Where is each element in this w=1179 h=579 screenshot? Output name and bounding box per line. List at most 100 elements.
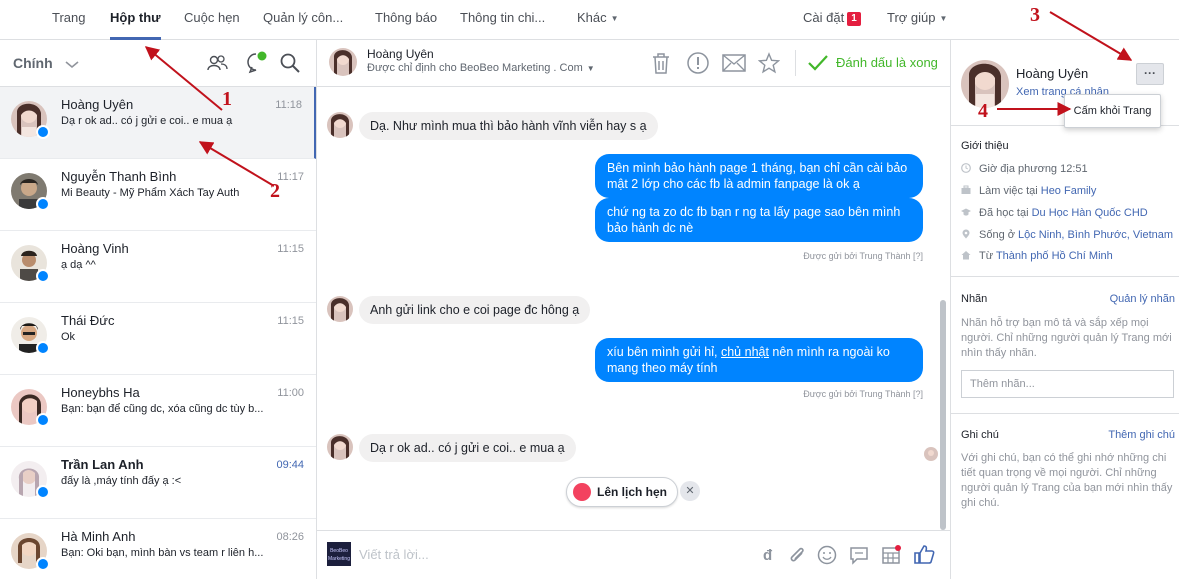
location-row: Sống ở Lộc Ninh, Bình Phước, Vietnam <box>961 229 1173 241</box>
avatar <box>327 434 353 460</box>
conversation-name: Hoàng Uyên <box>61 97 134 112</box>
conversation-preview: Mi Beauty - Mỹ Phẩm Xách Tay Auth <box>61 187 240 199</box>
conversation-time: 11:15 <box>277 243 304 255</box>
conversation-item[interactable]: Hoàng Uyên Dạ r ok ad.. có j gửi e coi..… <box>0 87 316 159</box>
chevron-down-icon: ▼ <box>586 63 595 73</box>
messenger-filter-icon[interactable] <box>245 50 269 74</box>
nav-more-menu[interactable]: Khác ▼ <box>577 0 619 40</box>
conversation-item[interactable]: Honeybhs Ha Bạn: bạn để cũng dc, xóa cũn… <box>0 375 316 447</box>
message-bubble: Dạ r ok ad.. có j gửi e coi.. e mua ạ <box>359 434 576 462</box>
conversation-item[interactable]: Hoàng Vinh ạ dạ ^^ 11:15 <box>0 231 316 303</box>
people-icon[interactable] <box>206 52 228 74</box>
settings-badge: 1 <box>847 12 861 26</box>
annotation-number-1: 1 <box>222 88 232 110</box>
nav-tab-page[interactable]: Trang <box>52 0 85 40</box>
location-pin-icon <box>962 229 970 239</box>
conversation-preview: đấy là ,máy tính đấy ạ :< <box>61 475 182 487</box>
manage-labels-link[interactable]: Quản lý nhãn <box>1110 293 1175 305</box>
messenger-badge-icon <box>36 125 50 139</box>
scrollbar[interactable] <box>940 300 946 530</box>
close-icon[interactable]: ✕ <box>680 481 700 501</box>
chat-header: Hoàng Uyên Được chỉ định cho BeoBeo Mark… <box>317 40 951 87</box>
schedule-appointment-button[interactable]: Lên lịch hẹn <box>566 477 679 507</box>
sent-by-label[interactable]: Được gửi bởi Trung Thành [?] <box>803 251 923 261</box>
avatar <box>327 296 353 322</box>
schedule-label: Lên lịch hẹn <box>597 485 668 499</box>
conversation-time: 09:44 <box>276 459 304 471</box>
conversation-time: 11:17 <box>277 171 304 183</box>
assigned-to-dropdown[interactable]: Được chỉ định cho BeoBeo Marketing . Com… <box>367 62 595 74</box>
location-link[interactable]: Lộc Ninh, Bình Phước, Vietnam <box>1018 229 1173 241</box>
report-spam-icon[interactable] <box>686 51 710 75</box>
location-prefix: Sống ở <box>979 229 1019 241</box>
hometown-link[interactable]: Thành phố Hồ Chí Minh <box>996 250 1113 262</box>
avatar <box>327 112 353 138</box>
add-label-input[interactable] <box>961 370 1174 398</box>
attachment-icon[interactable] <box>787 545 807 565</box>
avatar[interactable] <box>329 48 357 76</box>
nav-tab-inbox[interactable]: Hộp thư <box>110 0 161 40</box>
notes-section-title: Ghi chú <box>961 429 999 441</box>
message-link[interactable]: chủ nhật <box>721 345 769 359</box>
clock-icon <box>961 163 971 173</box>
more-options-button[interactable]: ··· <box>1136 63 1164 85</box>
messenger-badge-icon <box>36 413 50 427</box>
nav-help-menu[interactable]: Trợ giúp ▼ <box>887 0 947 40</box>
nav-help-label: Trợ giúp <box>887 10 936 25</box>
conversation-name: Honeybhs Ha <box>61 385 140 400</box>
outgoing-message-bubble: xíu bên mình gửi hỉ, chủ nhật nên mình r… <box>595 338 923 382</box>
conversation-name: Thái Đức <box>61 313 115 328</box>
outgoing-message-bubble: Bên mình bảo hành page 1 tháng, bạn chỉ … <box>595 154 923 198</box>
ban-from-page-menu-item[interactable]: Cấm khỏi Trang <box>1064 94 1161 128</box>
conversation-item[interactable]: Trần Lan Anh đấy là ,máy tính đấy ạ :< 0… <box>0 447 316 519</box>
profile-name: Hoàng Uyên <box>1016 66 1089 81</box>
nav-more-label: Khác <box>577 10 607 25</box>
reply-input[interactable] <box>359 542 659 566</box>
conversation-item[interactable]: Hà Minh Anh Bạn: Oki bạn, mình bàn vs te… <box>0 519 316 579</box>
messenger-badge-icon <box>36 557 50 571</box>
checkmark-icon <box>808 55 828 71</box>
messenger-badge-icon <box>36 485 50 499</box>
mail-icon[interactable] <box>722 54 746 72</box>
work-link[interactable]: Heo Family <box>1041 185 1097 197</box>
annotation-number-3: 3 <box>1030 4 1040 26</box>
nav-tab-insights[interactable]: Thông tin chi... <box>460 0 545 40</box>
divider <box>951 413 1179 414</box>
star-icon[interactable] <box>758 52 780 74</box>
add-note-link[interactable]: Thêm ghi chú <box>1108 429 1175 441</box>
nav-tab-notifications[interactable]: Thông báo <box>375 0 437 40</box>
work-row: Làm việc tại Heo Family <box>961 185 1096 197</box>
annotation-number-4: 4 <box>978 100 988 122</box>
message-thread: Dạ. Như mình mua thì bảo hành vĩnh viễn … <box>317 87 951 530</box>
labels-description: Nhãn hỗ trợ bạn mô tả và sắp xếp mọi ngư… <box>961 317 1172 359</box>
emoji-icon[interactable] <box>817 545 837 565</box>
nav-tab-content-management[interactable]: Quản lý côn... <box>263 0 343 40</box>
conversation-time: 11:00 <box>277 387 304 399</box>
education-link[interactable]: Du Học Hàn Quốc CHD <box>1032 207 1148 219</box>
currency-icon[interactable]: đ <box>761 546 777 564</box>
mark-done-button[interactable]: Đánh dấu là xong <box>836 55 938 70</box>
inbox-folder-title[interactable]: Chính <box>13 55 53 71</box>
saved-replies-icon[interactable] <box>849 545 869 565</box>
search-icon[interactable] <box>279 52 301 74</box>
like-thumbs-up-icon[interactable] <box>913 543 935 565</box>
divider <box>951 276 1179 277</box>
conversation-name: Nguyễn Thanh Bình <box>61 169 177 184</box>
message-bubble: Dạ. Như mình mua thì bảo hành vĩnh viễn … <box>359 112 658 140</box>
chevron-down-icon[interactable] <box>64 56 80 72</box>
inbox-header: Chính <box>0 40 316 87</box>
chevron-down-icon: ▼ <box>610 13 619 23</box>
conversation-name: Trần Lan Anh <box>61 457 144 472</box>
conversation-list-panel: Chính Hoàng Uyên Dạ r ok ad.. có j gửi e… <box>0 40 317 579</box>
conversation-item[interactable]: Thái Đức Ok 11:15 <box>0 303 316 375</box>
conversation-preview: Bạn: Oki bạn, mình bàn vs team r liên h.… <box>61 547 264 559</box>
conversation-item[interactable]: Nguyễn Thanh Bình Mi Beauty - Mỹ Phẩm Xá… <box>0 159 316 231</box>
appointment-calendar-icon[interactable] <box>881 544 903 566</box>
trash-icon[interactable] <box>651 52 671 74</box>
conversation-preview: ạ dạ ^^ <box>61 259 96 271</box>
message-bubble: Anh gửi link cho e coi page đc hông ạ <box>359 296 591 324</box>
nav-settings[interactable]: Cài đặt 1 <box>803 0 861 40</box>
briefcase-icon <box>961 185 971 194</box>
nav-tab-appointments[interactable]: Cuộc hẹn <box>184 0 240 40</box>
sent-by-label[interactable]: Được gửi bởi Trung Thành [?] <box>803 389 923 399</box>
